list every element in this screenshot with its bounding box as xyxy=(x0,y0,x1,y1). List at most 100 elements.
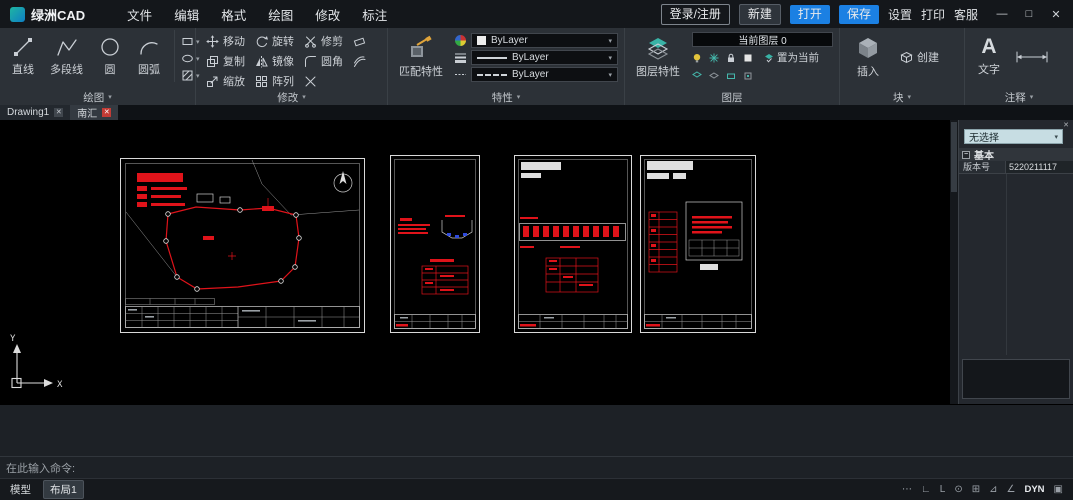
polar-toggle-icon[interactable]: ⊙ xyxy=(954,484,962,495)
tool-copy[interactable]: 复制 xyxy=(206,53,245,69)
support-button[interactable]: 客服 xyxy=(954,6,978,23)
tab-drawing1-close-icon[interactable]: ✕ xyxy=(54,108,63,117)
canvas-scrollbar-thumb[interactable] xyxy=(951,122,957,192)
drawing-canvas[interactable]: Y X xyxy=(0,120,950,404)
tool-mirror[interactable]: 镜像 xyxy=(255,53,294,69)
tool-create-block[interactable]: 创建 xyxy=(900,49,939,65)
properties-panel-caret-icon[interactable]: ▾ xyxy=(517,93,521,101)
command-input-line[interactable]: 在此输入命令: xyxy=(0,456,1073,478)
ortho-toggle-icon[interactable]: L xyxy=(940,484,946,495)
tab-nanhui-close-icon[interactable]: ✕ xyxy=(102,108,111,117)
tool-insert-block[interactable]: 插入 xyxy=(852,30,884,79)
layer-walk-icon[interactable] xyxy=(743,71,753,81)
color-control: ByLayer ▾ xyxy=(454,33,618,48)
layout1-tab[interactable]: 布局1 xyxy=(43,480,84,499)
layers-panel-label[interactable]: 图层 xyxy=(625,90,839,104)
erase-icon[interactable] xyxy=(353,35,366,48)
modify-panel-label[interactable]: 修改 ▾ xyxy=(196,90,387,104)
layer-on-bulb-icon[interactable] xyxy=(692,53,702,63)
collapse-group-icon[interactable]: − xyxy=(962,151,970,159)
properties-panel-close-icon[interactable]: ✕ xyxy=(1063,121,1069,129)
ribbon-panel-block: 插入 创建 块 ▾ xyxy=(840,28,965,105)
tool-scale[interactable]: 缩放 xyxy=(206,73,245,89)
osnap-toggle-icon[interactable]: ⊞ xyxy=(972,484,980,495)
set-current-layer-button[interactable]: 置为当前 xyxy=(764,50,819,65)
properties-empty-area xyxy=(959,174,1073,355)
tool-polyline[interactable]: 多段线 xyxy=(47,30,86,82)
selection-dropdown-caret-icon[interactable]: ▾ xyxy=(1054,133,1058,141)
canvas-scrollbar[interactable] xyxy=(950,120,958,404)
menu-modify[interactable]: 修改 xyxy=(315,5,340,24)
minimize-icon[interactable]: — xyxy=(995,8,1009,21)
model-tab[interactable]: 模型 xyxy=(10,482,31,497)
clean-screen-icon[interactable]: ▣ xyxy=(1054,484,1063,495)
linetype-dropdown-caret-icon[interactable]: ▾ xyxy=(608,71,612,79)
menu-edit[interactable]: 编辑 xyxy=(174,5,199,24)
dyn-toggle[interactable]: DYN xyxy=(1024,484,1044,495)
lineweight-dropdown-caret-icon[interactable]: ▾ xyxy=(608,54,612,62)
properties-group-basic[interactable]: − 基本 xyxy=(959,148,1073,161)
open-file-button[interactable]: 打开 xyxy=(790,5,830,24)
save-file-button[interactable]: 保存 xyxy=(839,5,879,24)
dimension-icon[interactable] xyxy=(1015,50,1049,64)
color-dropdown-caret-icon[interactable]: ▾ xyxy=(608,37,612,45)
properties-panel-label[interactable]: 特性 ▾ xyxy=(388,90,624,104)
tool-line[interactable]: 直线 xyxy=(8,30,38,82)
modify-panel-caret-icon[interactable]: ▾ xyxy=(302,93,306,101)
properties-group-label: 基本 xyxy=(974,147,994,162)
draw-panel-label[interactable]: 绘图 ▾ xyxy=(0,90,195,104)
tool-layer-properties[interactable]: 图层特性 xyxy=(633,30,683,83)
tool-trim[interactable]: 修剪 xyxy=(304,33,343,49)
grid-toggle-icon[interactable]: ⋯ xyxy=(902,484,912,495)
block-panel-label[interactable]: 块 ▾ xyxy=(840,90,964,104)
tool-rotate[interactable]: 旋转 xyxy=(255,33,294,49)
titlebar-actions: 登录/注册 新建 打开 保存 设置 打印 客服 — □ ✕ xyxy=(661,4,1063,25)
ribbon-panel-draw: 直线 多段线 圆 圆弧 ▾ xyxy=(0,28,196,105)
layer-lock-icon[interactable] xyxy=(726,53,736,63)
tab-drawing1[interactable]: Drawing1 ✕ xyxy=(0,105,70,120)
offset-icon[interactable] xyxy=(353,55,366,68)
explode-icon[interactable] xyxy=(304,75,317,88)
lineweight-dropdown[interactable]: ByLayer ▾ xyxy=(471,50,618,65)
menu-file[interactable]: 文件 xyxy=(127,5,152,24)
layer-match-icon[interactable] xyxy=(726,71,736,81)
color-dropdown[interactable]: ByLayer ▾ xyxy=(471,33,618,48)
command-history[interactable] xyxy=(0,405,1073,456)
menu-draw[interactable]: 绘图 xyxy=(268,5,293,24)
block-panel-caret-icon[interactable]: ▾ xyxy=(907,93,911,101)
menu-dimension[interactable]: 标注 xyxy=(362,5,387,24)
tool-circle[interactable]: 圆 xyxy=(95,30,125,82)
layer-isolate-icon[interactable] xyxy=(692,71,702,81)
annotation-panel-caret-icon[interactable]: ▾ xyxy=(1030,93,1034,101)
insert-block-label: 插入 xyxy=(857,63,879,79)
close-icon[interactable]: ✕ xyxy=(1049,8,1063,21)
selection-dropdown[interactable]: 无选择 ▾ xyxy=(964,129,1063,144)
tool-text[interactable]: A 文字 xyxy=(975,30,1003,77)
settings-button[interactable]: 设置 xyxy=(888,6,912,23)
linetype-dropdown[interactable]: ByLayer ▾ xyxy=(471,67,618,82)
tool-match-properties[interactable]: 匹配特性 xyxy=(396,30,446,82)
layer-freeze-icon[interactable] xyxy=(709,53,719,63)
maximize-icon[interactable]: □ xyxy=(1022,8,1036,21)
menu-format[interactable]: 格式 xyxy=(221,5,246,24)
layer-off-icon[interactable] xyxy=(709,71,719,81)
selection-value: 无选择 xyxy=(969,129,999,144)
layer-color-chip-icon[interactable] xyxy=(743,53,753,63)
lineweight-toggle-icon[interactable]: ∠ xyxy=(1007,484,1016,495)
otrack-toggle-icon[interactable]: ⊿ xyxy=(989,484,997,495)
draw-panel-caret-icon[interactable]: ▾ xyxy=(108,93,112,101)
new-file-button[interactable]: 新建 xyxy=(739,4,781,25)
snap-toggle-icon[interactable]: ∟ xyxy=(921,484,931,495)
tool-move[interactable]: 移动 xyxy=(206,33,245,49)
tool-fillet[interactable]: 圆角 xyxy=(304,53,343,69)
annotation-panel-label[interactable]: 注释 ▾ xyxy=(965,90,1073,104)
tab-nanhui[interactable]: 南汇 ✕ xyxy=(70,105,118,120)
current-layer-field[interactable]: 当前图层 0 xyxy=(692,32,833,47)
print-button[interactable]: 打印 xyxy=(921,6,945,23)
login-register-button[interactable]: 登录/注册 xyxy=(661,4,730,25)
rotate-icon xyxy=(255,35,268,48)
tool-arc[interactable]: 圆弧 xyxy=(134,30,164,82)
property-value[interactable]: 5220211117 xyxy=(1006,161,1073,173)
tool-array[interactable]: 阵列 xyxy=(255,73,294,89)
match-properties-icon xyxy=(408,35,434,61)
